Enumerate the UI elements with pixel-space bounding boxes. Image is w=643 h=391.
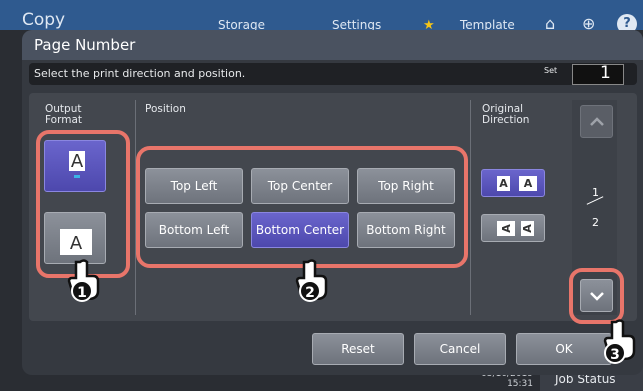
page-up-button[interactable]: [580, 105, 613, 138]
page-down-button[interactable]: [580, 279, 613, 312]
page-number-marker-icon: [74, 175, 80, 178]
step-3-badge: 3: [604, 342, 626, 364]
chevron-down-icon: [589, 291, 604, 301]
page-upright-wide-icon: A: [519, 176, 537, 191]
dialog-title: Page Number: [34, 36, 136, 54]
output-format-landscape-button[interactable]: A: [44, 212, 106, 264]
set-count-field: [572, 64, 624, 85]
page-rotated-icon: A: [521, 221, 534, 236]
page-rotated-wide-icon: A: [497, 221, 515, 236]
output-format-label: Output Format: [45, 103, 83, 126]
cancel-button[interactable]: Cancel: [414, 333, 506, 365]
divider: [470, 100, 471, 315]
position-bottom-center-button[interactable]: Bottom Center: [251, 212, 349, 248]
reset-button[interactable]: Reset: [312, 333, 404, 365]
position-bottom-left-button[interactable]: Bottom Left: [145, 212, 243, 248]
rotated-glyph-label: A: [520, 224, 534, 233]
rotated-glyph-label: A: [499, 224, 513, 233]
step-2-badge: 2: [299, 280, 321, 302]
page-portrait-icon: A: [69, 151, 85, 172]
set-label: Set: [544, 66, 558, 75]
page-current: 1: [592, 186, 599, 199]
page-landscape-icon: A: [60, 229, 92, 255]
original-direction-rotated-button[interactable]: A A: [481, 214, 545, 242]
step-1-badge: 1: [71, 280, 93, 302]
position-top-left-button[interactable]: Top Left: [145, 168, 243, 204]
portrait-glyph-label: A: [70, 151, 84, 172]
tab-settings[interactable]: Settings: [332, 0, 381, 32]
chevron-up-icon: [589, 116, 604, 126]
position-bottom-right-button[interactable]: Bottom Right: [357, 212, 455, 248]
position-label: Position: [145, 103, 186, 115]
set-count-value: 1: [600, 63, 611, 83]
original-direction-upright-button[interactable]: A A: [481, 169, 545, 197]
highlight-ring: [136, 146, 468, 268]
status-time: 15:31: [507, 379, 533, 389]
page-upright-icon: A: [497, 176, 510, 191]
output-format-portrait-button[interactable]: A: [44, 140, 106, 192]
app-title: Copy: [22, 10, 66, 30]
position-top-center-button[interactable]: Top Center: [251, 168, 349, 204]
landscape-glyph-label: A: [69, 233, 83, 254]
ok-button[interactable]: OK: [516, 333, 612, 365]
tab-template[interactable]: Template: [460, 0, 515, 32]
page-total: 2: [592, 216, 599, 229]
instruction-text: Select the print direction and position.: [34, 67, 246, 80]
position-top-right-button[interactable]: Top Right: [357, 168, 455, 204]
original-direction-label: Original Direction: [482, 103, 530, 126]
tab-storage[interactable]: Storage: [218, 0, 265, 32]
